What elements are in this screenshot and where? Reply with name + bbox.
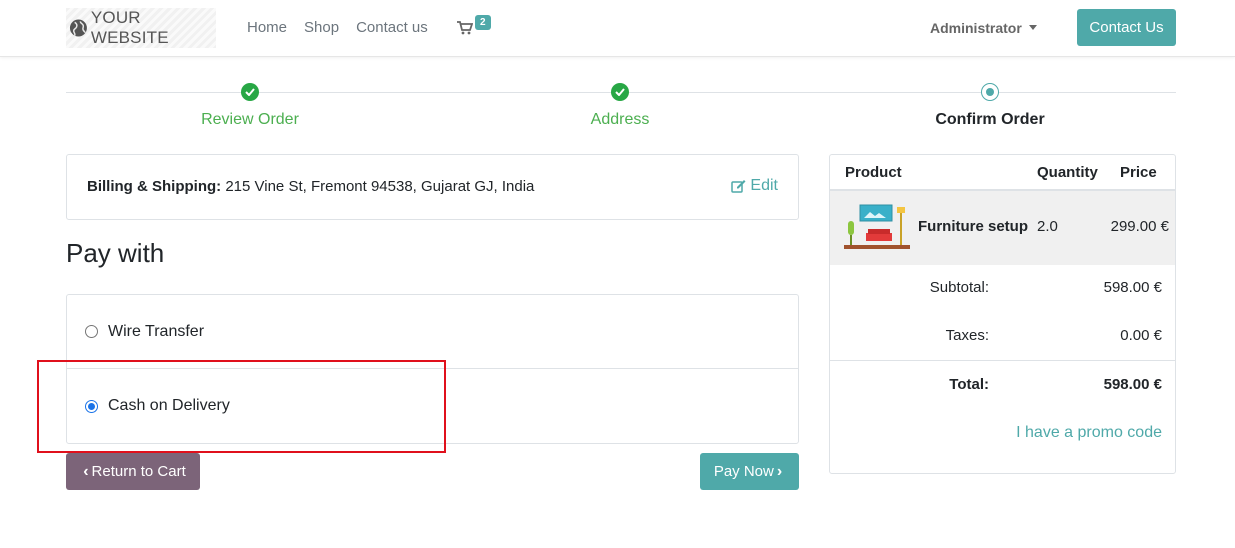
product-quantity: 2.0 xyxy=(1037,218,1058,235)
promo-code-link[interactable]: I have a promo code xyxy=(1016,424,1162,442)
payment-options: Wire Transfer Cash on Delivery xyxy=(66,294,799,444)
subtotal-value: 598.00 € xyxy=(1103,279,1162,296)
radio-button-selected[interactable] xyxy=(85,399,98,413)
subtotal-label: Subtotal: xyxy=(929,279,989,296)
cart-count-badge: 2 xyxy=(475,15,491,30)
billing-text: Billing & Shipping: 215 Vine St, Fremont… xyxy=(87,178,534,195)
pay-now-button[interactable]: Pay Now › xyxy=(700,453,799,490)
billing-shipping-box: Billing & Shipping: 215 Vine St, Fremont… xyxy=(66,154,799,220)
pay-with-heading: Pay with xyxy=(66,238,165,268)
step-label: Review Order xyxy=(201,111,299,128)
billing-address: 215 Vine St, Fremont 94538, Gujarat GJ, … xyxy=(225,178,535,195)
total-label: Total: xyxy=(949,376,989,393)
edit-icon xyxy=(731,180,746,193)
return-to-cart-button[interactable]: ‹ Return to Cart xyxy=(66,453,200,490)
logo-text: YOUR WEBSITE xyxy=(90,8,169,47)
order-summary: Product Quantity Price Furniture setup 2… xyxy=(829,154,1176,474)
product-price: 299.00 € xyxy=(1110,218,1169,235)
product-name: Furniture setup xyxy=(918,218,1029,235)
payment-option-cash-on-delivery[interactable]: Cash on Delivery xyxy=(67,369,798,443)
product-thumbnail xyxy=(844,204,910,249)
user-name: Administrator xyxy=(930,20,1022,36)
col-quantity: Quantity xyxy=(1037,164,1098,181)
contact-us-button[interactable]: Contact Us xyxy=(1077,9,1176,46)
step-address: Address xyxy=(520,83,720,129)
current-step-icon xyxy=(981,83,999,101)
chevron-left-icon: ‹ xyxy=(83,462,89,480)
edit-address-link[interactable]: Edit xyxy=(731,177,778,195)
payment-option-wire-transfer[interactable]: Wire Transfer xyxy=(67,295,798,369)
edit-label: Edit xyxy=(750,177,778,194)
total-value: 598.00 € xyxy=(1103,376,1162,393)
shopping-cart-icon xyxy=(457,21,473,35)
summary-divider xyxy=(830,360,1175,361)
step-label: Confirm Order xyxy=(935,111,1045,128)
payment-option-label: Wire Transfer xyxy=(108,322,205,340)
taxes-label: Taxes: xyxy=(945,327,989,344)
nav-shop[interactable]: Shop xyxy=(304,19,339,36)
check-circle-icon xyxy=(241,83,259,101)
col-price: Price xyxy=(1120,164,1157,181)
globe-icon xyxy=(69,19,87,37)
nav-home[interactable]: Home xyxy=(247,19,287,36)
col-product: Product xyxy=(845,164,902,181)
pay-label: Pay Now xyxy=(713,463,774,480)
summary-header: Product Quantity Price xyxy=(830,155,1175,191)
radio-button[interactable] xyxy=(85,325,98,338)
step-confirm-order: Confirm Order xyxy=(890,83,1090,129)
step-label: Address xyxy=(590,111,650,128)
summary-item-row: Furniture setup 2.0 299.00 € xyxy=(830,191,1175,265)
caret-down-icon xyxy=(1028,24,1037,30)
return-label: Return to Cart xyxy=(91,463,186,480)
top-navbar: YOUR WEBSITE Home Shop Contact us 2 Admi… xyxy=(0,0,1235,57)
billing-label: Billing & Shipping: xyxy=(87,178,222,195)
step-review-order: Review Order xyxy=(150,83,350,129)
taxes-value: 0.00 € xyxy=(1120,327,1162,344)
check-circle-icon xyxy=(611,83,629,101)
payment-option-label: Cash on Delivery xyxy=(108,397,230,414)
chevron-right-icon: › xyxy=(776,462,783,480)
user-menu[interactable]: Administrator xyxy=(930,20,1037,36)
main-nav: Home Shop Contact us xyxy=(247,19,445,36)
nav-contact[interactable]: Contact us xyxy=(356,19,428,36)
site-logo[interactable]: YOUR WEBSITE xyxy=(66,8,216,48)
